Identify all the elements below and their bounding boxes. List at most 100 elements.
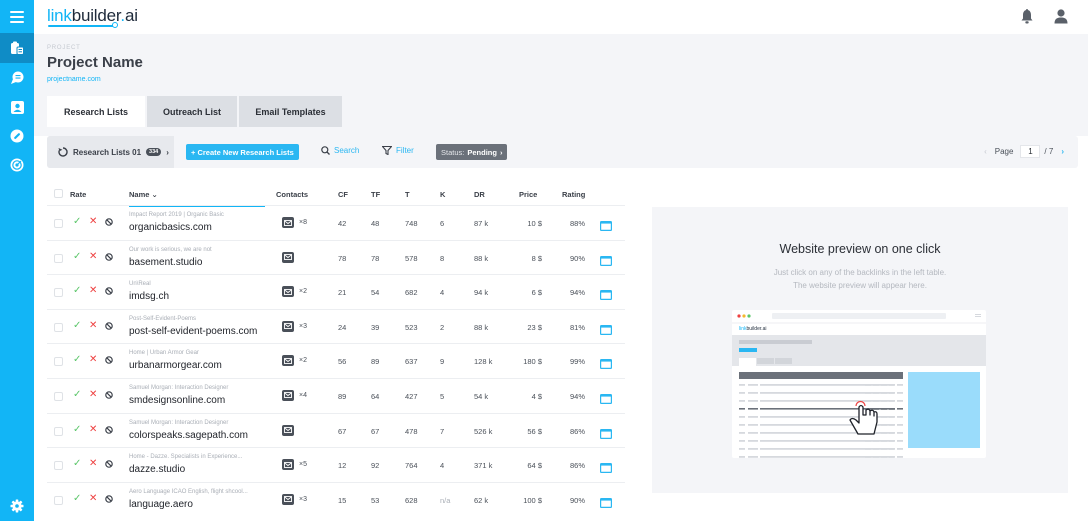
domain-link[interactable]: colorspeaks.sagepath.com [129, 430, 248, 441]
block-ban-icon[interactable] [105, 218, 113, 229]
column-header-dr[interactable]: DR [474, 190, 485, 199]
column-header-rate[interactable]: Rate [70, 190, 86, 199]
open-preview-icon[interactable] [600, 218, 613, 236]
email-contacts-icon[interactable] [282, 459, 294, 471]
approve-check-icon[interactable]: ✓ [73, 355, 81, 365]
row-checkbox[interactable] [54, 288, 63, 298]
search-button[interactable]: Search [321, 146, 359, 155]
row-checkbox[interactable] [54, 322, 63, 332]
approve-check-icon[interactable]: ✓ [73, 424, 81, 435]
row-checkbox[interactable] [54, 357, 63, 367]
open-preview-icon[interactable] [600, 356, 613, 374]
column-header-cf[interactable]: CF [338, 190, 348, 199]
approve-check-icon[interactable]: ✓ [73, 459, 81, 469]
table-row[interactable]: ✓ ✕ Impact Report 2019 | Organic Basic orga… [47, 205, 625, 240]
domain-link[interactable]: basement.studio [129, 257, 202, 268]
previous-page-button[interactable]: ‹ [984, 147, 987, 156]
reject-x-icon[interactable]: ✕ [89, 459, 97, 469]
reject-x-icon[interactable]: ✕ [89, 493, 97, 504]
chevron-right-icon[interactable]: › [135, 55, 139, 69]
create-research-list-button[interactable]: + Create New Research Lists [186, 144, 299, 160]
sidebar-menu-button[interactable] [0, 2, 34, 32]
project-url-link[interactable]: projectname.com [47, 76, 101, 83]
open-preview-icon[interactable] [600, 322, 613, 340]
sidebar-item-settings[interactable] [0, 491, 34, 521]
open-preview-icon[interactable] [600, 253, 613, 271]
sidebar-item-contacts[interactable] [0, 92, 34, 122]
tab-email-templates[interactable]: Email Templates [239, 96, 342, 127]
research-list-selector[interactable]: Research Lists 01 334 › [47, 136, 174, 168]
column-header-name[interactable]: Name ⌄ [129, 190, 158, 199]
block-ban-icon[interactable] [105, 287, 113, 298]
block-ban-icon[interactable] [105, 252, 113, 264]
sidebar-item-links[interactable] [0, 121, 34, 151]
brand-logo[interactable]: linkbuilder.ai [47, 6, 138, 26]
table-row[interactable]: ✓ ✕ Post-Self-Evident-Poems post-self-evide… [47, 308, 625, 344]
status-filter-chip[interactable]: Status: Pending › [436, 144, 508, 160]
reject-x-icon[interactable]: ✕ [89, 389, 97, 400]
email-contacts-icon[interactable] [282, 389, 294, 401]
domain-link[interactable]: smdesignsonline.com [129, 395, 225, 406]
reject-x-icon[interactable]: ✕ [89, 424, 97, 435]
reject-x-icon[interactable]: ✕ [89, 355, 97, 365]
table-row[interactable]: ✓ ✕ Un\Real imdsg.ch ×2 21 54 682 4 94 k 6 $ 94% [47, 274, 625, 309]
approve-check-icon[interactable]: ✓ [73, 389, 81, 400]
table-row[interactable]: ✓ ✕ Samuel Morgan: Interaction Designer smd… [47, 377, 625, 413]
block-ban-icon[interactable] [105, 494, 113, 506]
row-checkbox[interactable] [54, 219, 63, 228]
domain-link[interactable]: language.aero [129, 499, 193, 510]
sidebar-item-research[interactable] [0, 33, 34, 63]
domain-link[interactable]: post-self-evident-poems.com [129, 326, 257, 337]
table-row[interactable]: ✓ ✕ Aero Language ICAO English, flight shc… [47, 481, 625, 517]
row-checkbox[interactable] [54, 391, 63, 401]
domain-link[interactable]: imdsg.ch [129, 291, 169, 302]
column-header-k[interactable]: K [440, 190, 445, 199]
block-ban-icon[interactable] [105, 356, 113, 367]
approve-check-icon[interactable]: ✓ [73, 251, 81, 262]
column-header-price[interactable]: Price [519, 190, 537, 199]
column-header-contacts[interactable]: Contacts [276, 190, 308, 199]
email-contacts-icon[interactable] [282, 493, 294, 505]
block-ban-icon[interactable] [105, 321, 113, 333]
user-menu-button[interactable] [1054, 9, 1068, 29]
reject-x-icon[interactable]: ✕ [89, 251, 97, 262]
column-header-t[interactable]: T [405, 190, 410, 199]
email-contacts-icon[interactable] [282, 217, 294, 228]
filter-button[interactable]: Filter [382, 146, 414, 155]
block-ban-icon[interactable] [105, 391, 113, 402]
approve-check-icon[interactable]: ✓ [73, 217, 81, 227]
tab-outreach-list[interactable]: Outreach List [147, 96, 237, 127]
page-number-input[interactable]: 1 [1020, 145, 1041, 158]
row-checkbox[interactable] [54, 495, 63, 505]
table-row[interactable]: ✓ ✕ Home - Dazze. Specialists in Experienc… [47, 447, 625, 482]
sidebar-item-targets[interactable] [0, 150, 34, 180]
open-preview-icon[interactable] [600, 426, 613, 444]
tab-research-lists[interactable]: Research Lists [47, 96, 145, 127]
open-preview-icon[interactable] [600, 460, 613, 478]
select-all-checkbox[interactable] [54, 189, 63, 198]
approve-check-icon[interactable]: ✓ [73, 320, 81, 331]
reject-x-icon[interactable]: ✕ [89, 286, 97, 296]
open-preview-icon[interactable] [600, 287, 613, 305]
table-row[interactable]: ✓ ✕ Home | Urban Armor Gear urbanarmorgear.… [47, 343, 625, 378]
notifications-button[interactable] [1021, 9, 1033, 29]
domain-link[interactable]: dazze.studio [129, 464, 185, 475]
column-header-tf[interactable]: TF [371, 190, 380, 199]
open-preview-icon[interactable] [600, 495, 613, 513]
email-contacts-icon[interactable] [282, 424, 294, 436]
project-title[interactable]: Project Name [47, 54, 143, 71]
block-ban-icon[interactable] [105, 460, 113, 471]
block-ban-icon[interactable] [105, 425, 113, 437]
table-row[interactable]: ✓ ✕ Our work is serious, we are not basemen… [47, 239, 625, 275]
email-contacts-icon[interactable] [282, 286, 294, 298]
sidebar-item-outreach[interactable] [0, 63, 34, 93]
column-header-rating[interactable]: Rating [562, 190, 585, 199]
domain-link[interactable]: organicbasics.com [129, 222, 212, 233]
email-contacts-icon[interactable] [282, 251, 294, 263]
email-contacts-icon[interactable] [282, 355, 294, 367]
email-contacts-icon[interactable] [282, 320, 294, 332]
row-checkbox[interactable] [54, 461, 63, 471]
next-page-button[interactable]: › [1061, 147, 1064, 156]
approve-check-icon[interactable]: ✓ [73, 493, 81, 504]
reject-x-icon[interactable]: ✕ [89, 217, 97, 227]
